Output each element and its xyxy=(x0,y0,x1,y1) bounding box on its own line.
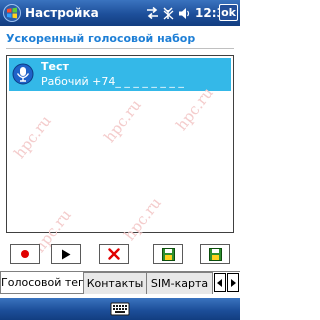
delete-icon xyxy=(108,248,120,260)
status-icons xyxy=(146,4,191,22)
tab-sim-card[interactable]: SIM-карта xyxy=(147,272,213,294)
save-as-button[interactable] xyxy=(200,244,230,264)
record-icon xyxy=(21,250,29,258)
list-item[interactable]: Тест Рабочий +74_ _ _ _ _ _ _ _ xyxy=(9,58,231,91)
section-title: Ускоренный голосовой набор xyxy=(6,32,196,45)
divider xyxy=(6,48,234,49)
keyboard-icon[interactable] xyxy=(110,301,130,317)
voice-tag-list[interactable]: Тест Рабочий +74_ _ _ _ _ _ _ _ xyxy=(6,55,234,233)
list-item-name: Тест xyxy=(41,60,69,73)
save-as-icon xyxy=(208,247,222,261)
voice-tag-icon xyxy=(12,63,34,85)
tab-strip: Голосовой тег Контакты SIM-карта xyxy=(0,271,240,296)
tab-contacts[interactable]: Контакты xyxy=(84,272,147,294)
tab-scroll-right-button[interactable] xyxy=(227,273,239,292)
title-bar: Настройка 12:33 ok xyxy=(0,0,240,26)
no-signal-icon[interactable] xyxy=(162,6,175,20)
tab-scroll-left-button[interactable] xyxy=(214,273,226,292)
play-icon xyxy=(62,249,71,259)
save-button[interactable] xyxy=(153,244,183,264)
bottom-menu-bar xyxy=(0,298,240,320)
windows-start-icon[interactable] xyxy=(3,4,21,22)
save-icon xyxy=(161,247,175,261)
tab-voice-tag[interactable]: Голосовой тег xyxy=(0,272,84,294)
record-button[interactable] xyxy=(10,244,40,264)
delete-button[interactable] xyxy=(99,244,129,264)
play-button[interactable] xyxy=(51,244,81,264)
volume-icon[interactable] xyxy=(178,7,191,20)
app-title: Настройка xyxy=(25,6,99,20)
list-item-detail: Рабочий +74_ _ _ _ _ _ _ _ xyxy=(41,75,184,88)
connectivity-icon[interactable] xyxy=(146,7,159,19)
arrow-left-icon xyxy=(217,278,222,287)
arrow-right-icon xyxy=(231,278,236,287)
ok-button[interactable]: ok xyxy=(219,4,238,21)
